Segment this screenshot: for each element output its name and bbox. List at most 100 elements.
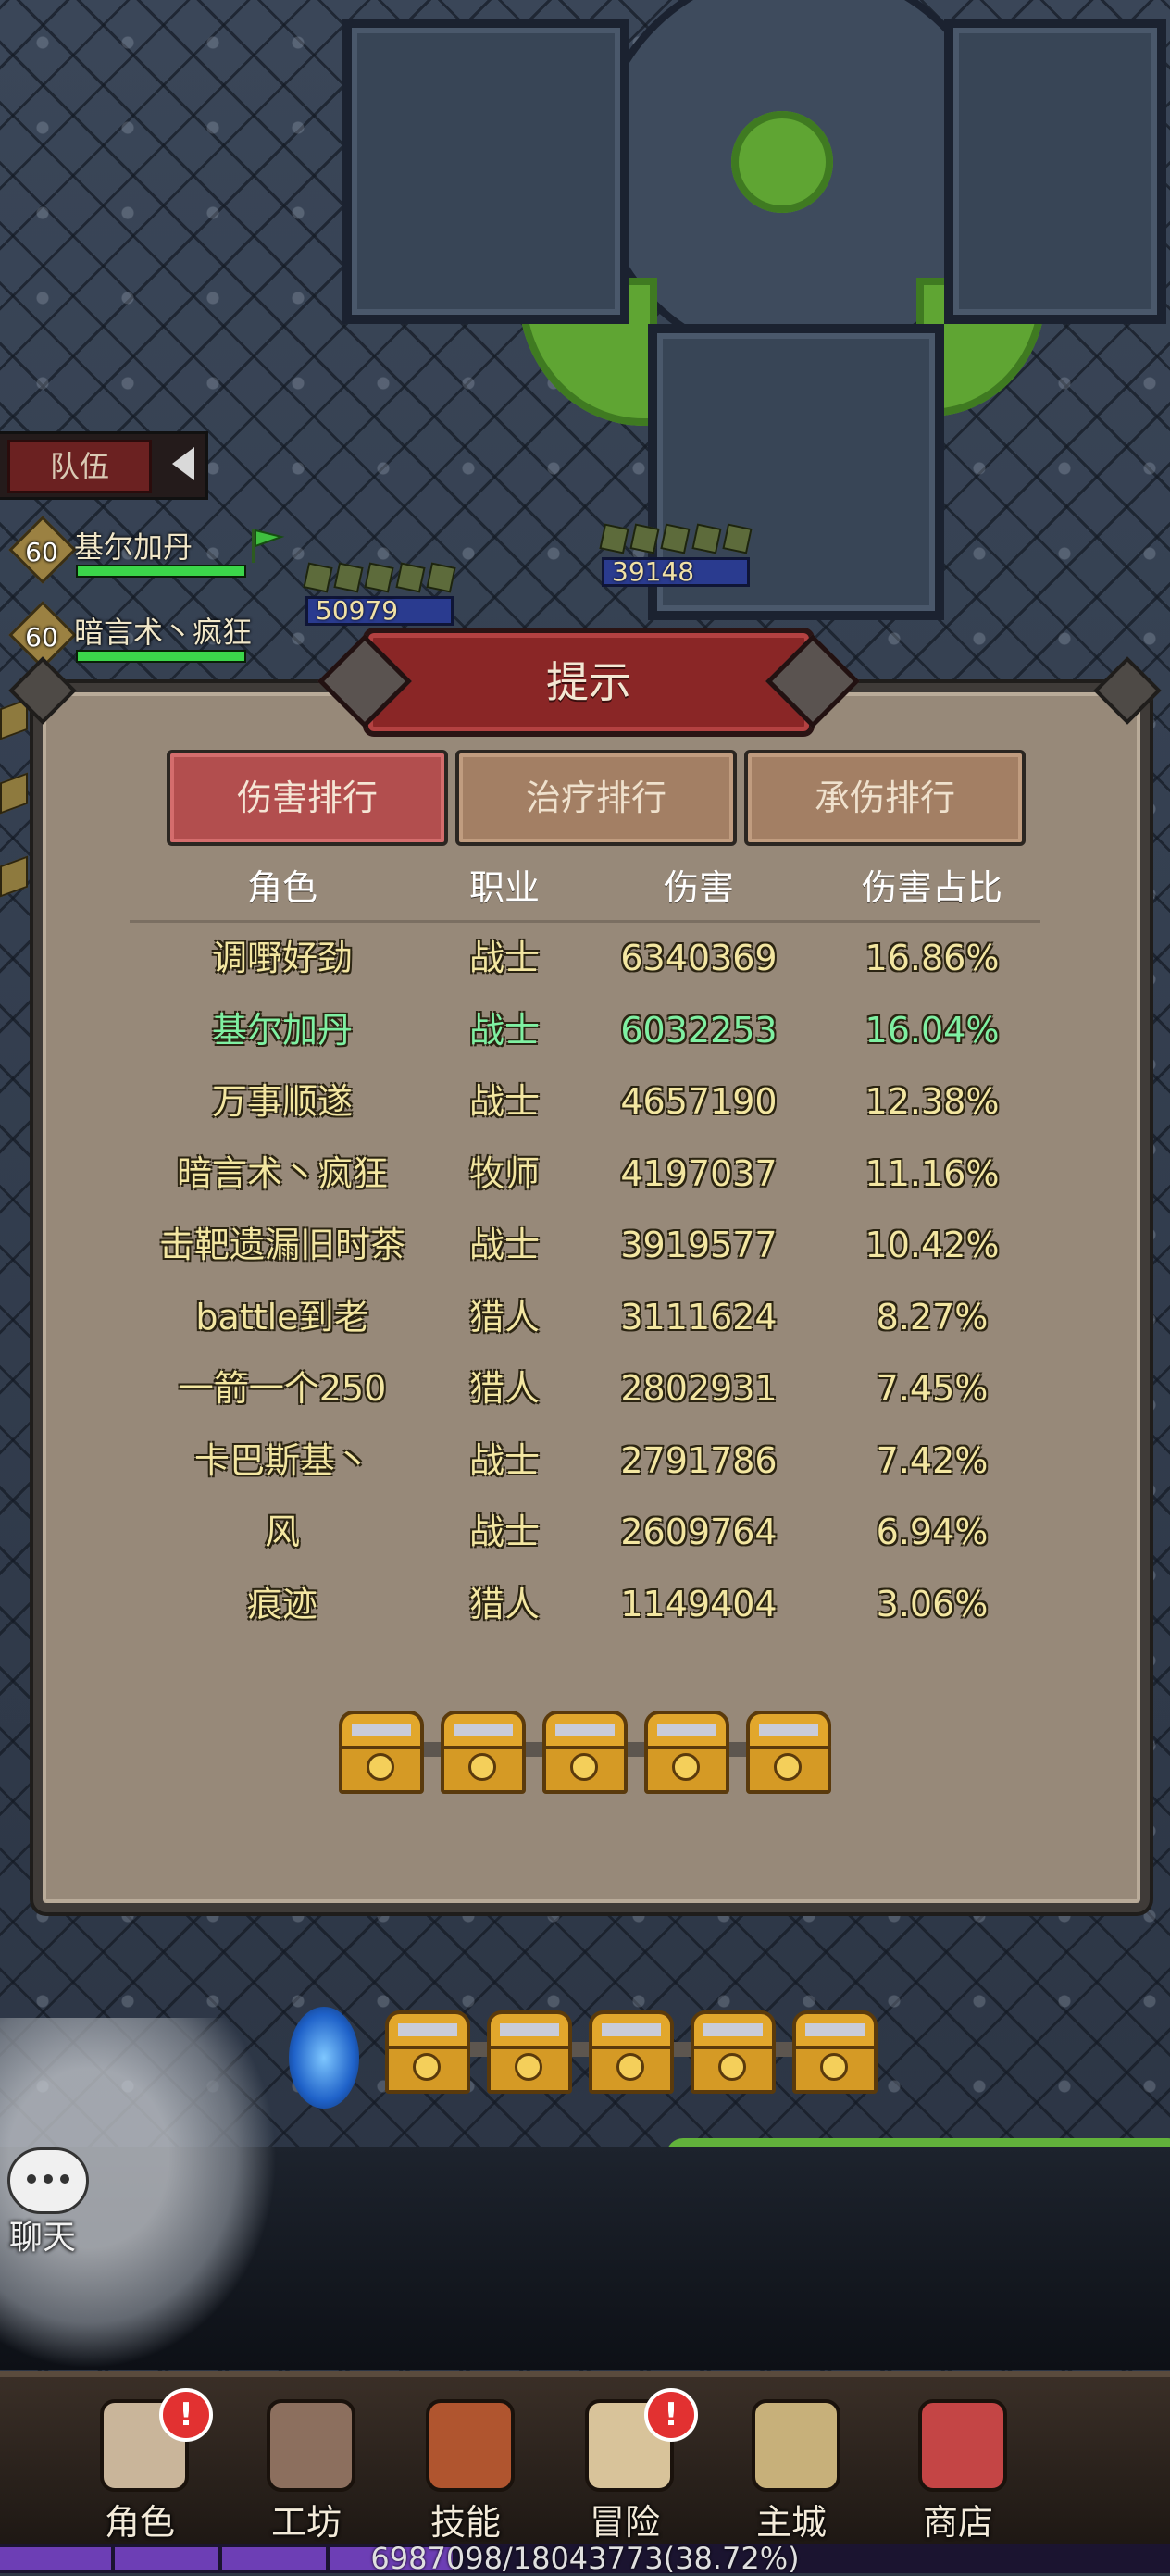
- member-level: 60: [25, 622, 58, 653]
- player-name: 击靶遗漏旧时茶: [158, 1225, 405, 1265]
- enemy-status: 50979: [303, 562, 456, 626]
- collapse-arrow-icon[interactable]: [172, 447, 194, 480]
- anvil-icon: [267, 2399, 355, 2492]
- player-class: 战士: [468, 1009, 540, 1051]
- column-header-share: 伤害占比: [861, 867, 1002, 908]
- damage-value: 2791786: [620, 1439, 778, 1481]
- reward-chests: [339, 1711, 839, 1794]
- player-name: 风: [264, 1512, 300, 1552]
- damage-value: 1149404: [620, 1583, 778, 1624]
- team-panel-tab[interactable]: 队伍: [0, 431, 208, 500]
- damage-value: 3111624: [620, 1296, 778, 1338]
- table-row: 暗言术丶疯狂 牧师 4197037 11.16%: [130, 1139, 1040, 1211]
- stone-room-right: [944, 19, 1166, 324]
- treasure-chest-icon[interactable]: [691, 2010, 776, 2094]
- member-name: 基尔加丹: [74, 529, 193, 565]
- dialog-title: 提示: [546, 657, 631, 707]
- damage-value: 6340369: [620, 938, 778, 978]
- player-name: 暗言术丶疯狂: [176, 1152, 388, 1194]
- stone-room-left: [342, 19, 629, 324]
- ranking-tabs: 伤害排行 治疗排行 承伤排行: [167, 750, 1026, 846]
- tab-damage-taken-ranking[interactable]: 承伤排行: [744, 750, 1026, 846]
- treasure-chest-icon[interactable]: [441, 1711, 526, 1794]
- damage-value: 2609764: [620, 1512, 778, 1552]
- treasure-chest-icon[interactable]: [589, 2010, 674, 2094]
- member-hp-bar: [76, 650, 246, 663]
- table-row: 风 战士 2609764 6.94%: [130, 1497, 1040, 1569]
- table-row: 痕迹 猎人 1149404 3.06%: [130, 1569, 1040, 1641]
- member-level: 60: [25, 537, 58, 567]
- player-class: 战士: [468, 1439, 540, 1481]
- treasure-chest-icon[interactable]: [487, 2010, 572, 2094]
- player-class: 牧师: [468, 1152, 540, 1194]
- chat-bubble-icon[interactable]: [7, 2147, 89, 2214]
- damage-share: 7.45%: [876, 1368, 989, 1409]
- damage-share: 3.06%: [876, 1583, 989, 1624]
- portal-icon[interactable]: [289, 2007, 359, 2109]
- player-name: 基尔加丹: [211, 1009, 353, 1051]
- ranking-table: 角色 职业 伤害 伤害占比 调嘢好劲 战士 6340369 16.86% 基尔加丹 战士 6…: [130, 855, 1040, 1640]
- nav-item-shop[interactable]: 商店: [889, 2384, 1027, 2543]
- spellbook-icon: [426, 2399, 515, 2492]
- treasure-chest-icon[interactable]: [339, 1711, 424, 1794]
- castle-icon: [752, 2399, 840, 2492]
- nav-label: 技能: [429, 2502, 501, 2543]
- exp-bar: 6987098/18043773(38.72%): [0, 2544, 1170, 2573]
- alert-badge-icon: !: [644, 2388, 698, 2442]
- table-row: battle到老 猎人 3111624 8.27%: [130, 1282, 1040, 1354]
- enemy-status: 39148: [599, 523, 753, 587]
- damage-share: 11.16%: [865, 1152, 1000, 1194]
- damage-share: 16.04%: [865, 1009, 1000, 1051]
- treasure-chest-icon[interactable]: [542, 1711, 628, 1794]
- table-row: 调嘢好劲 战士 6340369 16.86%: [130, 923, 1040, 995]
- player-name: 卡巴斯基丶: [193, 1439, 370, 1481]
- table-row: 击靶遗漏旧时茶 战士 3919577 10.42%: [130, 1210, 1040, 1282]
- nav-label: 冒险: [589, 2502, 660, 2543]
- nav-item-scroll[interactable]: ! 冒险: [555, 2384, 698, 2543]
- player-class: 战士: [468, 1512, 540, 1552]
- player-class: 猎人: [468, 1368, 540, 1409]
- player-class: 战士: [468, 938, 540, 978]
- damage-share: 10.42%: [865, 1225, 1000, 1265]
- treasure-chest-icon[interactable]: [746, 1711, 831, 1794]
- chat-label[interactable]: 聊天: [9, 2210, 76, 2259]
- nav-item-character[interactable]: ! 角色: [70, 2384, 213, 2543]
- nav-item-spellbook[interactable]: 技能: [396, 2384, 535, 2543]
- player-name: 调嘢好劲: [211, 938, 353, 978]
- shop-icon: [918, 2399, 1007, 2492]
- nav-item-castle[interactable]: 主城: [722, 2384, 861, 2543]
- column-header-damage: 伤害: [663, 867, 734, 908]
- table-row: 万事顺遂 战士 4657190 12.38%: [130, 1066, 1040, 1139]
- nav-label: 主城: [755, 2502, 827, 2543]
- team-member[interactable]: 60 基尔加丹: [0, 516, 278, 584]
- treasure-chest-icon[interactable]: [644, 1711, 729, 1794]
- enemy-buff-icons: [303, 562, 456, 593]
- player-class: 战士: [468, 1225, 540, 1265]
- exp-bar-text: 6987098/18043773(38.72%): [370, 2541, 800, 2576]
- treasure-chest-icon[interactable]: [385, 2010, 470, 2094]
- player-name: 痕迹: [246, 1583, 317, 1624]
- tab-healing-ranking[interactable]: 治疗排行: [455, 750, 737, 846]
- damage-share: 8.27%: [876, 1296, 989, 1338]
- enemy-hp-value: 39148: [602, 557, 750, 587]
- reward-chests-world: [385, 2010, 885, 2094]
- bottom-nav: ! 角色 工坊 技能! 冒险 主城 商店: [0, 2371, 1170, 2549]
- damage-value: 3919577: [620, 1225, 778, 1265]
- nav-item-anvil[interactable]: 工坊: [237, 2384, 376, 2543]
- enemy-buff-icons: [599, 523, 753, 554]
- column-header-role: 角色: [246, 867, 317, 908]
- player-class: 猎人: [468, 1296, 540, 1338]
- tab-damage-ranking[interactable]: 伤害排行: [167, 750, 448, 846]
- damage-value: 4657190: [620, 1081, 778, 1122]
- table-row: 卡巴斯基丶 战士 2791786 7.42%: [130, 1425, 1040, 1498]
- damage-value: 2802931: [620, 1368, 778, 1409]
- damage-value: 4197037: [620, 1152, 778, 1194]
- green-floor-center: [731, 111, 833, 213]
- table-row: 一箭一个250 猎人 2802931 7.45%: [130, 1353, 1040, 1425]
- player-class: 战士: [468, 1081, 540, 1122]
- player-class: 猎人: [468, 1583, 540, 1624]
- treasure-chest-icon[interactable]: [792, 2010, 878, 2094]
- member-hp-bar: [76, 565, 246, 578]
- column-header-class: 职业: [468, 867, 540, 908]
- damage-share: 12.38%: [865, 1081, 1000, 1122]
